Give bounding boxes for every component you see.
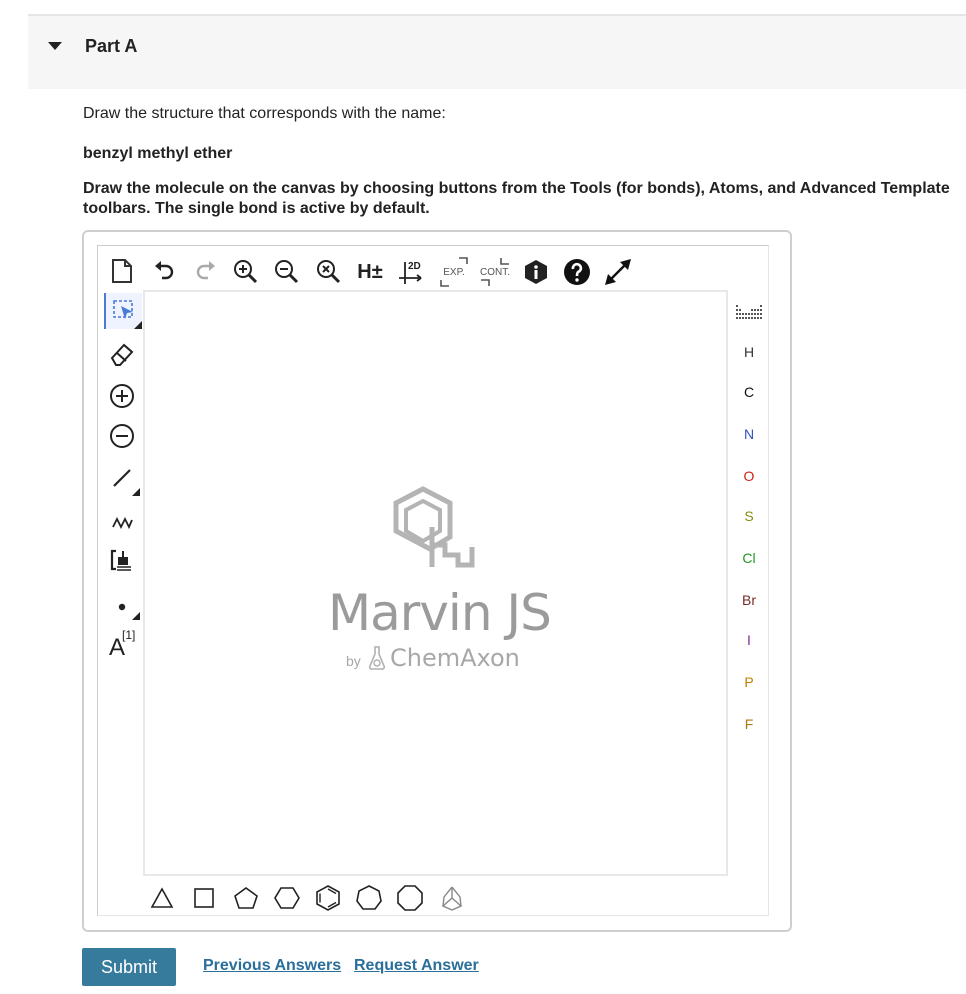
- sgroup-bracket-tool[interactable]: [104, 542, 140, 578]
- increase-charge-tool[interactable]: [104, 378, 140, 414]
- request-answer-link[interactable]: Request Answer: [354, 957, 479, 975]
- atom-i-button[interactable]: I: [734, 632, 764, 648]
- redo-icon[interactable]: [192, 258, 220, 286]
- drawing-instructions: Draw the molecule on the canvas by choos…: [83, 180, 950, 217]
- zoom-in-icon[interactable]: [231, 257, 261, 287]
- triangle-template-icon[interactable]: [148, 884, 176, 912]
- decrease-charge-tool[interactable]: [104, 418, 140, 454]
- periodic-table-icon[interactable]: [732, 300, 766, 324]
- atom-f-button[interactable]: F: [734, 716, 764, 732]
- fullscreen-icon[interactable]: [602, 256, 634, 288]
- square-template-icon[interactable]: [190, 884, 218, 912]
- atom-map-label: [1]: [122, 628, 136, 642]
- zoom-out-icon[interactable]: [272, 257, 302, 287]
- hexagon-template-icon[interactable]: [272, 884, 302, 912]
- selection-tool[interactable]: [104, 293, 142, 329]
- bicyclic-template-icon[interactable]: [437, 883, 467, 913]
- compound-name: benzyl methyl ether: [83, 145, 233, 162]
- hydrogens-toggle[interactable]: H±: [354, 258, 386, 286]
- watermark-brand: ChemAxon: [390, 644, 520, 672]
- new-document-icon[interactable]: [108, 256, 136, 286]
- part-title: Part A: [85, 36, 138, 56]
- expand-button[interactable]: EXP.: [437, 256, 471, 288]
- eraser-tool[interactable]: [104, 336, 140, 372]
- contract-label: CONT.: [480, 266, 510, 278]
- heptagon-template-icon[interactable]: [354, 883, 384, 913]
- marvin-logo-icon: [393, 486, 475, 568]
- expand-label: EXP.: [443, 266, 465, 278]
- atom-p-button[interactable]: P: [734, 674, 764, 690]
- chain-tool[interactable]: [104, 502, 140, 538]
- atom-br-button[interactable]: Br: [734, 592, 764, 608]
- benzene-template-icon[interactable]: [313, 883, 343, 913]
- drawing-canvas[interactable]: [143, 290, 728, 876]
- chemaxon-flask-icon: [368, 646, 386, 670]
- atom-cl-button[interactable]: Cl: [734, 550, 764, 566]
- pentagon-template-icon[interactable]: [231, 884, 261, 912]
- zoom-reset-icon[interactable]: [314, 257, 344, 287]
- info-icon[interactable]: [522, 258, 550, 286]
- single-bond-tool[interactable]: [104, 460, 140, 496]
- atom-s-button[interactable]: S: [734, 508, 764, 524]
- watermark-by: by: [346, 653, 361, 669]
- question-prompt: Draw the structure that corresponds with…: [83, 105, 446, 122]
- submit-button[interactable]: Submit: [82, 948, 176, 986]
- clean-2d-button[interactable]: 2D: [396, 258, 428, 286]
- watermark-title: Marvin JS: [328, 584, 552, 642]
- atom-h-button[interactable]: H: [734, 344, 764, 360]
- undo-icon[interactable]: [150, 258, 178, 286]
- bond-submenu-icon[interactable]: [132, 488, 140, 496]
- help-icon[interactable]: [562, 257, 592, 287]
- previous-answers-link[interactable]: Previous Answers: [203, 957, 341, 975]
- collapse-caret-icon[interactable]: [48, 42, 62, 50]
- atom-n-button[interactable]: N: [734, 426, 764, 442]
- atom-c-button[interactable]: C: [734, 384, 764, 400]
- radical-submenu-icon[interactable]: [132, 612, 140, 620]
- atom-o-button[interactable]: O: [734, 468, 764, 484]
- selection-submenu-icon[interactable]: [134, 321, 142, 329]
- part-header[interactable]: Part A: [28, 16, 966, 89]
- clean-2d-label: 2D: [408, 261, 421, 272]
- text-tool[interactable]: A [1]: [104, 626, 140, 662]
- radical-tool[interactable]: [104, 584, 140, 620]
- contract-button[interactable]: CONT.: [477, 256, 513, 288]
- octagon-template-icon[interactable]: [395, 883, 425, 913]
